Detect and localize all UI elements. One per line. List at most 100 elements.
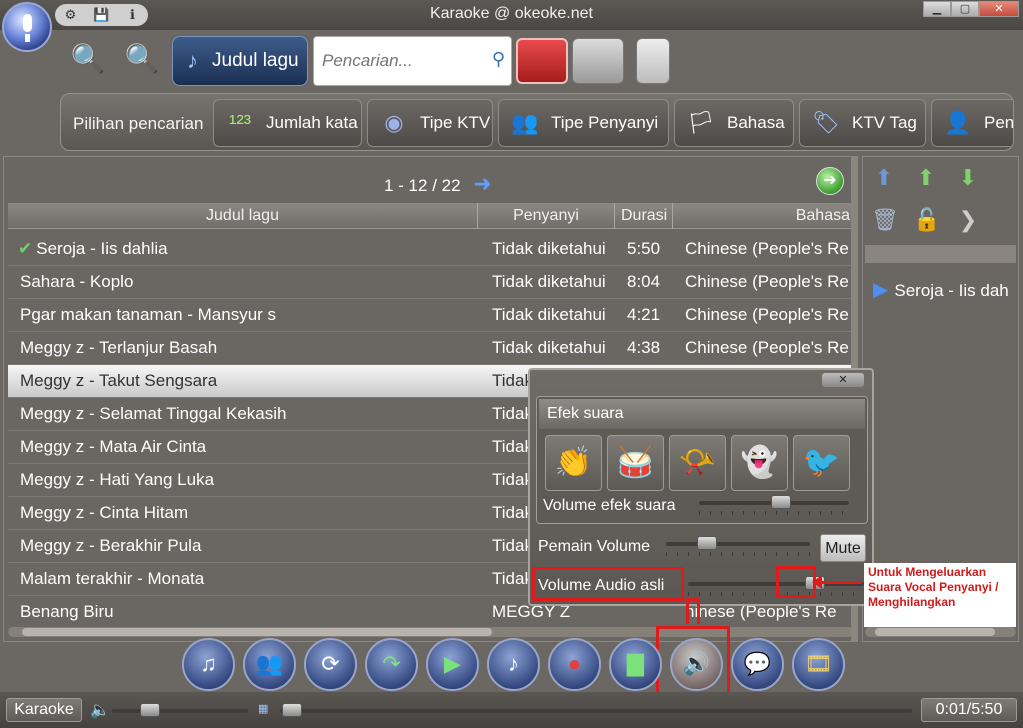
player-volume-ticks: [666, 552, 810, 556]
equalizer-icon[interactable]: ▇: [609, 638, 662, 691]
unlock-icon[interactable]: 🔓: [913, 207, 940, 235]
film-icon[interactable]: 🎞: [792, 638, 845, 691]
magnifier-icon[interactable]: ⚲: [492, 49, 505, 70]
popup-close-button[interactable]: ✕: [822, 373, 864, 387]
search-input[interactable]: [322, 51, 482, 71]
bird-icon[interactable]: 🐦: [793, 435, 850, 491]
cell-title: Meggy z - Takut Sengsara: [8, 371, 478, 391]
filter-word-count-label: Jumlah kata: [266, 113, 358, 132]
song-title-button[interactable]: ♪ Judul lagu: [172, 36, 308, 86]
playlist-item-label: Seroja - Iis dah: [894, 281, 1009, 300]
mute-button[interactable]: Mute: [820, 534, 866, 562]
speaker-icon[interactable]: 🔊: [670, 638, 723, 691]
mode-label[interactable]: Karaoke: [6, 698, 82, 722]
cell-title-text: Meggy z - Terlanjur Basah: [20, 338, 218, 357]
playlist-item[interactable]: ▶ Seroja - Iis dah: [873, 277, 1018, 302]
effects-volume-ticks: [699, 511, 849, 515]
player-volume-slider[interactable]: [666, 536, 810, 550]
zoom-icon[interactable]: [636, 38, 670, 84]
handwriting-icon[interactable]: [516, 38, 568, 84]
drum-icon[interactable]: 🥁: [607, 435, 664, 491]
cell-singer: Tidak diketahui: [492, 338, 606, 357]
move-up-icon[interactable]: ⬆: [913, 165, 939, 193]
table-row[interactable]: Meggy z - Terlanjur Basah Tidak diketahui…: [8, 332, 854, 365]
repeat-icon[interactable]: ⟳: [304, 638, 357, 691]
clap-icon[interactable]: 👏: [545, 435, 602, 491]
filter-language[interactable]: 🏳 Bahasa: [674, 99, 794, 147]
table-row[interactable]: ✔ Seroja - Iis dahlia Tidak diketahui 5:50 C…: [8, 233, 854, 266]
play-icon[interactable]: ▶: [426, 638, 479, 691]
pager: 1 - 12 / 22 ➜: [384, 171, 492, 197]
window-title: Karaoke @ okeoke.net: [429, 5, 593, 22]
status-bar: Karaoke 🔈 ▦ 0:01/5:50: [0, 692, 1023, 728]
filter-ktv-tag-label: KTV Tag: [852, 113, 917, 132]
microphone-icon[interactable]: [2, 2, 52, 52]
cell-title-text: Benang Biru: [20, 602, 114, 621]
column-language[interactable]: Bahasa: [673, 203, 854, 229]
music-note-icon: ♪: [187, 48, 198, 73]
scream-mask-icon[interactable]: 👻: [731, 435, 788, 491]
song-title-label: Judul lagu: [212, 50, 299, 71]
cell-title-text: Meggy z - Berakhir Pula: [20, 536, 202, 555]
column-duration[interactable]: Durasi: [615, 203, 673, 229]
cell-title: Benang Biru: [8, 602, 478, 622]
record-icon[interactable]: ●: [548, 638, 601, 691]
player-volume-knob[interactable]: [697, 536, 717, 550]
filter-ktv-type[interactable]: ◉ Tipe KTV: [367, 99, 493, 147]
effects-volume-slider[interactable]: [699, 495, 849, 509]
effects-row: 👏 🥁 📯 👻 🐦: [545, 435, 850, 491]
seek-knob[interactable]: [282, 703, 302, 717]
keyboard-icon[interactable]: [572, 38, 624, 84]
cell-duration: 8:04: [627, 272, 661, 291]
redo-icon[interactable]: ↷: [365, 638, 418, 691]
move-top-icon[interactable]: ⬆: [871, 165, 897, 193]
search-back-icon[interactable]: 🔍: [66, 42, 110, 82]
trash-icon[interactable]: 🗑: [871, 207, 899, 235]
filter-more-label: Pen: [984, 113, 1014, 132]
search-forward-icon[interactable]: 🔍: [120, 42, 164, 82]
effects-volume-knob[interactable]: [771, 495, 791, 509]
close-button[interactable]: ✕: [979, 1, 1019, 17]
seek-slider[interactable]: [280, 703, 912, 717]
cell-title: Sahara - Koplo: [8, 272, 478, 292]
playlist-header: [865, 245, 1016, 263]
column-singer[interactable]: Penyanyi: [478, 203, 615, 229]
duet-icon[interactable]: ♪: [487, 638, 540, 691]
filter-singer-type[interactable]: 👥 Tipe Penyanyi: [498, 99, 669, 147]
maximize-button[interactable]: ▢: [951, 1, 979, 17]
table-row[interactable]: Sahara - Koplo Tidak diketahui 8:04 Chinese…: [8, 266, 854, 299]
master-volume-slider[interactable]: [112, 703, 248, 717]
next-page-icon[interactable]: ➜: [473, 171, 491, 196]
people-icon: 👥: [511, 110, 539, 135]
check-icon: ✔: [18, 239, 33, 258]
filter-word-count[interactable]: ¹²³ Jumlah kata: [213, 99, 362, 147]
table-row[interactable]: Pgar makan tanaman - Mansyur s Tidak dike…: [8, 299, 854, 332]
singers-icon[interactable]: 👥: [243, 638, 296, 691]
player-volume-label: Pemain Volume: [538, 538, 651, 555]
cell-title-text: Meggy z - Cinta Hitam: [20, 503, 189, 522]
cell-title: Meggy z - Selamat Tinggal Kekasih: [8, 404, 478, 424]
left-arrow-annotation: [812, 575, 862, 589]
cell-language: Chinese (People's Re: [685, 239, 849, 258]
cell-title: Meggy z - Terlanjur Basah: [8, 338, 478, 358]
master-volume-knob[interactable]: [140, 703, 160, 717]
horn-icon[interactable]: 📯: [669, 435, 726, 491]
cell-duration: 4:21: [627, 305, 661, 324]
cell-title-text: Meggy z - Hati Yang Luka: [20, 470, 215, 489]
filter-more[interactable]: 👤 Pen: [931, 99, 1014, 147]
next-icon[interactable]: ❯: [955, 207, 981, 235]
numbers-icon: ¹²³: [229, 110, 251, 135]
move-down-icon[interactable]: ⬇: [955, 165, 981, 193]
filter-ktv-tag[interactable]: 🏷 KTV Tag: [799, 99, 926, 147]
songs-icon[interactable]: ♫: [182, 638, 235, 691]
flags-icon: 🏳: [687, 110, 715, 135]
mini-grid-icon[interactable]: ▦: [258, 702, 268, 715]
volume-speaker-icon[interactable]: 🔈: [90, 700, 110, 720]
go-forward-icon[interactable]: ➜: [816, 167, 844, 195]
cell-title: Malam terakhir - Monata: [8, 569, 478, 589]
chat-icon[interactable]: 💬: [731, 638, 784, 691]
column-title[interactable]: Judul lagu: [8, 203, 478, 229]
playlist-scrollbar[interactable]: [865, 627, 1016, 637]
cell-title-text: Meggy z - Takut Sengsara: [20, 371, 218, 390]
minimize-button[interactable]: ▁: [923, 1, 951, 17]
